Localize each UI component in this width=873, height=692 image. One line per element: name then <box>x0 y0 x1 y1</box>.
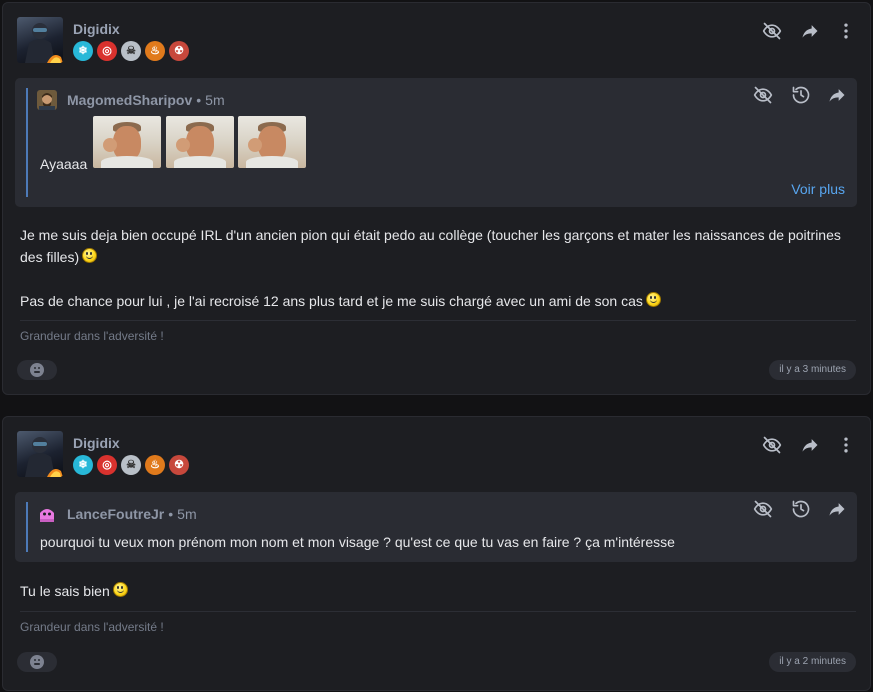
crying-man-meme[interactable] <box>166 116 234 168</box>
see-more-link[interactable]: Voir plus <box>791 181 845 197</box>
more-vertical-icon[interactable] <box>834 19 858 43</box>
demon-badge[interactable]: ☢ <box>169 455 189 475</box>
quote-author-name[interactable]: MagomedSharipov <box>67 92 192 108</box>
quote-time: 5m <box>205 92 225 108</box>
quote-hide-icon[interactable] <box>751 83 775 107</box>
smiley-icon <box>82 248 98 263</box>
signature-divider <box>20 320 856 321</box>
share-icon[interactable] <box>798 433 822 457</box>
author-name[interactable]: Digidix <box>73 21 120 37</box>
reaction-icon <box>30 363 44 377</box>
quote-hide-icon[interactable] <box>751 497 775 521</box>
quote-meta: LanceFoutreJr • 5m <box>67 506 197 522</box>
quote-text: Ayaaaa <box>40 156 88 172</box>
post-body: Je me suis deja bien occupé IRL d'un anc… <box>20 224 860 312</box>
smiley-icon <box>645 292 661 307</box>
quote-meta: MagomedSharipov • 5m <box>67 92 225 108</box>
post-body: Tu le sais bien <box>20 580 860 602</box>
quote-author-avatar[interactable] <box>37 90 57 110</box>
quote-time: 5m <box>177 506 197 522</box>
ice-badge[interactable]: ❄ <box>73 455 93 475</box>
timestamp: il y a 3 minutes <box>769 360 856 380</box>
history-icon[interactable] <box>789 83 813 107</box>
quote-text: pourquoi tu veux mon prénom mon nom et m… <box>40 534 675 550</box>
quote-share-icon[interactable] <box>825 83 849 107</box>
author-name[interactable]: Digidix <box>73 435 120 451</box>
target-badge[interactable]: ◎ <box>97 41 117 61</box>
quote-share-icon[interactable] <box>825 497 849 521</box>
quote-bar <box>26 502 28 552</box>
signature: Grandeur dans l'adversité ! <box>20 620 164 634</box>
history-icon[interactable] <box>789 497 813 521</box>
quote-bar <box>26 88 28 197</box>
post-paragraph: Pas de chance pour lui , je l'ai recrois… <box>20 290 860 312</box>
signature-divider <box>20 611 856 612</box>
hide-post-icon[interactable] <box>760 19 784 43</box>
post-card: Digidix ❄ ◎ ☠ ♨ ☢ LanceFoutreJr • 5m pou… <box>2 416 871 691</box>
demon-badge[interactable]: ☢ <box>169 41 189 61</box>
reaction-icon <box>30 655 44 669</box>
signature: Grandeur dans l'adversité ! <box>20 329 164 343</box>
post-paragraph: Tu le sais bien <box>20 580 860 602</box>
reaction-button[interactable] <box>17 652 57 672</box>
skull-badge[interactable]: ☠ <box>121 41 141 61</box>
skull-badge[interactable]: ☠ <box>121 455 141 475</box>
post-paragraph: Je me suis deja bien occupé IRL d'un anc… <box>20 227 841 265</box>
author-badges: ❄ ◎ ☠ ♨ ☢ <box>73 41 189 61</box>
more-vertical-icon[interactable] <box>834 433 858 457</box>
share-icon[interactable] <box>798 19 822 43</box>
quote-author-avatar[interactable] <box>37 504 57 524</box>
author-avatar[interactable] <box>17 17 63 63</box>
quoted-message: LanceFoutreJr • 5m pourquoi tu veux mon pr… <box>15 492 857 562</box>
quoted-message: MagomedSharipov • 5m Ayaaaa Voir plus <box>15 78 857 207</box>
ice-badge[interactable]: ❄ <box>73 41 93 61</box>
crying-man-meme[interactable] <box>93 116 161 168</box>
author-avatar[interactable] <box>17 431 63 477</box>
quote-meta-separator: • <box>196 92 202 108</box>
hide-post-icon[interactable] <box>760 433 784 457</box>
smiley-icon <box>112 582 128 597</box>
fire-badge[interactable]: ♨ <box>145 455 165 475</box>
reaction-button[interactable] <box>17 360 57 380</box>
quote-author-name[interactable]: LanceFoutreJr <box>67 506 164 522</box>
fire-badge[interactable]: ♨ <box>145 41 165 61</box>
quote-meta-separator: • <box>168 506 174 522</box>
author-badges: ❄ ◎ ☠ ♨ ☢ <box>73 455 189 475</box>
timestamp: il y a 2 minutes <box>769 652 856 672</box>
target-badge[interactable]: ◎ <box>97 455 117 475</box>
post-card: Digidix ❄ ◎ ☠ ♨ ☢ MagomedSharipov • 5m A… <box>2 2 871 395</box>
crying-man-meme[interactable] <box>238 116 306 168</box>
